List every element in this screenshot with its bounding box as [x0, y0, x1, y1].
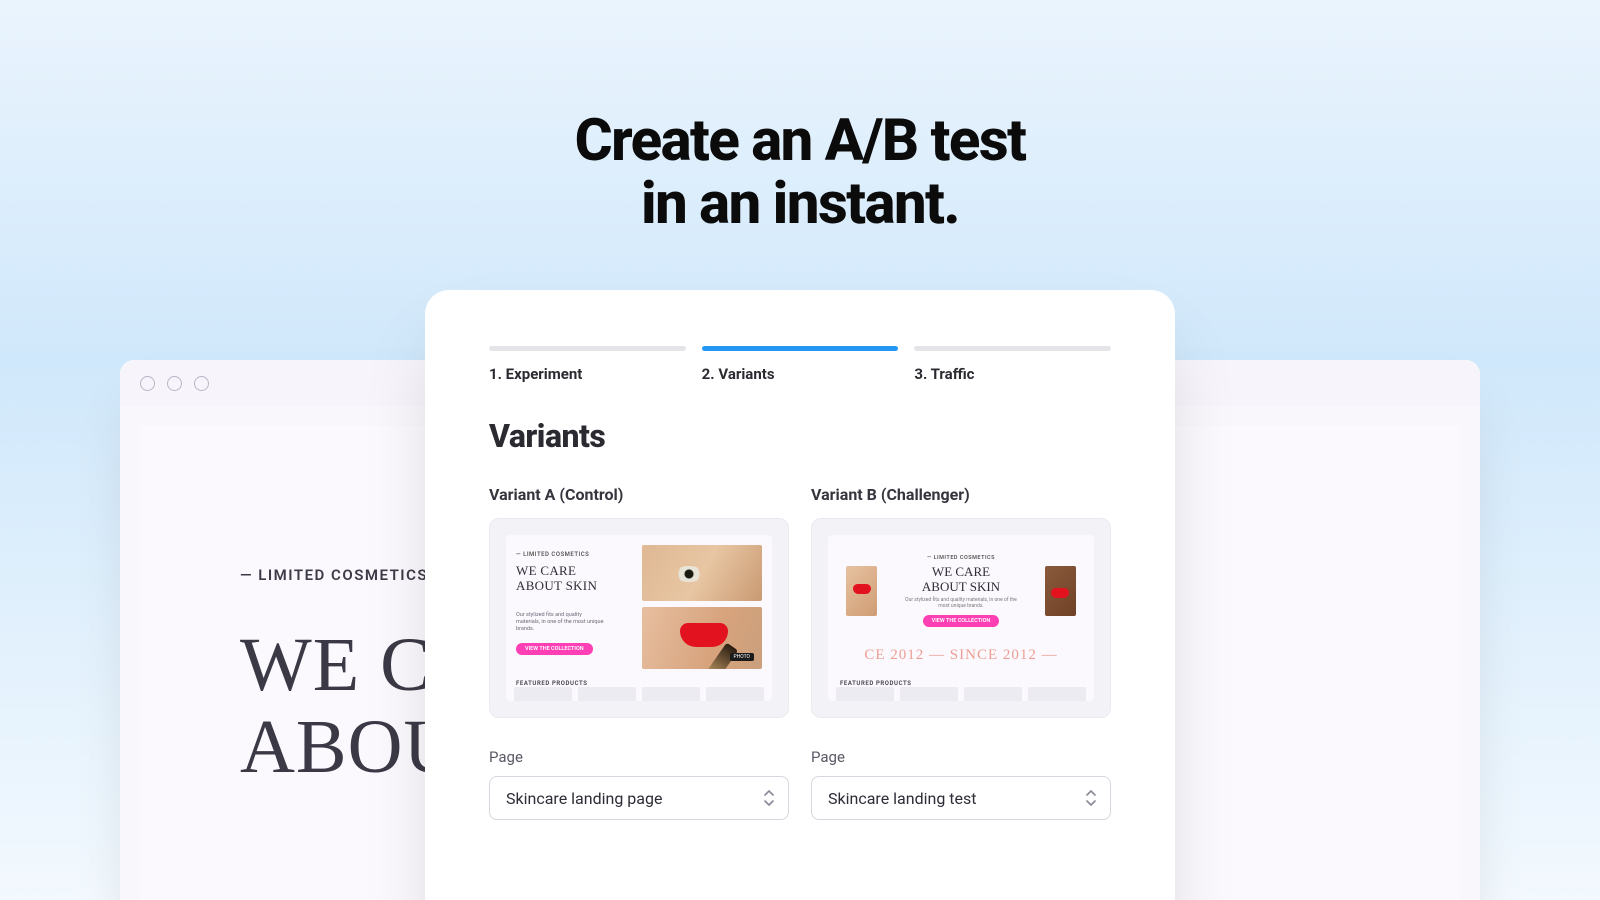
- variant-b-column: Variant B (Challenger) — LIMITED COSMETI…: [811, 485, 1111, 820]
- step-label: 2. Variants: [702, 365, 899, 383]
- mini-eye-photo: [642, 545, 762, 601]
- variant-a-column: Variant A (Control) — LIMITED COSMETICS …: [489, 485, 789, 820]
- select-value: Skincare landing test: [828, 789, 976, 808]
- variant-a-title: Variant A (Control): [489, 485, 789, 504]
- mini-heading: WE CARE ABOUT SKIN: [899, 565, 1023, 594]
- variant-a-preview[interactable]: — LIMITED COSMETICS WE CARE ABOUT SKIN O…: [489, 518, 789, 718]
- variant-b-page-label: Page: [811, 748, 1111, 766]
- variant-b-page-select[interactable]: Skincare landing test: [811, 776, 1111, 820]
- mini-heading: WE CARE ABOUT SKIN: [516, 564, 626, 594]
- chevron-up-down-icon: [1084, 789, 1098, 807]
- window-dot-close: [140, 376, 155, 391]
- step-label: 3. Traffic: [914, 365, 1111, 383]
- step-experiment[interactable]: 1. Experiment: [489, 346, 686, 383]
- mini-product-row: [514, 687, 764, 701]
- mini-right-photo: [1045, 566, 1076, 616]
- mini-copy: Our stylized fits and quality materials,…: [899, 597, 1023, 609]
- mini-brand-eyebrow: — LIMITED COSMETICS: [899, 555, 1023, 561]
- variant-b-preview[interactable]: — LIMITED COSMETICS WE CARE ABOUT SKIN O…: [811, 518, 1111, 718]
- hero-headline: Create an A/B test in an instant.: [575, 110, 1026, 235]
- step-label: 1. Experiment: [489, 365, 686, 383]
- window-dot-minimize: [167, 376, 182, 391]
- select-value: Skincare landing page: [506, 789, 662, 808]
- mini-left-photo: [846, 566, 877, 616]
- step-bar: [702, 346, 899, 351]
- step-bar: [489, 346, 686, 351]
- step-variants[interactable]: 2. Variants: [702, 346, 899, 383]
- mini-cta-button: VIEW THE COLLECTION: [516, 643, 593, 655]
- mini-featured-label: FEATURED PRODUCTS: [840, 680, 912, 687]
- ab-test-wizard-modal: 1. Experiment 2. Variants 3. Traffic Var…: [425, 290, 1175, 900]
- variant-a-page-select[interactable]: Skincare landing page: [489, 776, 789, 820]
- mini-product-row: [836, 687, 1086, 701]
- mini-cta-button: VIEW THE COLLECTION: [923, 615, 1000, 627]
- variant-a-page-label: Page: [489, 748, 789, 766]
- mini-price-badge: PHOTO: [730, 653, 754, 661]
- section-title: Variants: [489, 417, 1111, 455]
- chevron-up-down-icon: [762, 789, 776, 807]
- wizard-stepper: 1. Experiment 2. Variants 3. Traffic: [489, 346, 1111, 383]
- mini-brand-eyebrow: — LIMITED COSMETICS: [516, 551, 626, 558]
- mini-featured-label: FEATURED PRODUCTS: [516, 680, 588, 687]
- step-traffic[interactable]: 3. Traffic: [914, 346, 1111, 383]
- window-dot-zoom: [194, 376, 209, 391]
- variant-b-title: Variant B (Challenger): [811, 485, 1111, 504]
- step-bar: [914, 346, 1111, 351]
- mini-copy: Our stylized fits and quality materials,…: [516, 612, 606, 633]
- mini-since-ticker: CE 2012 — SINCE 2012 —: [828, 647, 1094, 664]
